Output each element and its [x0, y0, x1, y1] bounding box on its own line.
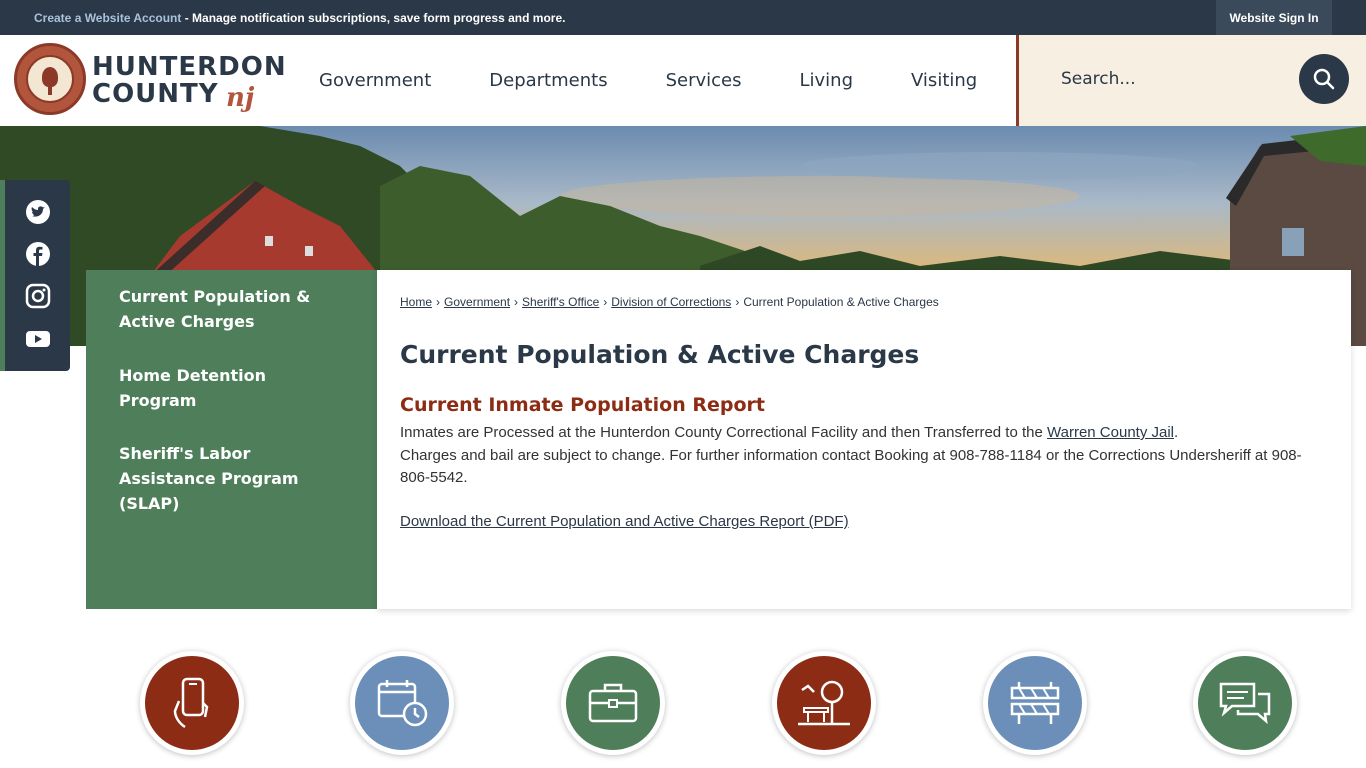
road-barrier-icon — [1010, 682, 1060, 724]
page-title: Current Population & Active Charges — [400, 340, 920, 369]
quicklink-calendar[interactable] — [350, 651, 454, 755]
quicklink-roads[interactable] — [983, 651, 1087, 755]
youtube-icon[interactable] — [25, 326, 51, 352]
section-heading: Current Inmate Population Report — [400, 394, 765, 416]
logo-nj: nj — [226, 83, 255, 113]
sidebar-nav: Current Population & Active Charges Home… — [86, 270, 377, 609]
logo-line2: COUNTY — [92, 79, 219, 109]
twitter-icon[interactable] — [25, 199, 51, 225]
sign-in-button[interactable]: Website Sign In — [1216, 0, 1332, 35]
sidebar-item-current-population[interactable]: Current Population & Active Charges — [119, 284, 339, 334]
instagram-icon[interactable] — [25, 283, 51, 309]
sidebar-item-slap[interactable]: Sheriff's Labor Assistance Program (SLAP… — [119, 441, 339, 516]
chat-bubbles-icon — [1219, 682, 1271, 725]
calendar-clock-icon — [377, 680, 428, 727]
quicklink-contact[interactable] — [1193, 651, 1297, 755]
quicklink-phone[interactable] — [140, 651, 244, 755]
county-seal-icon — [14, 43, 86, 115]
main-content: Home › Government › Sheriff's Office › Divisio… — [377, 270, 1351, 609]
breadcrumb-current: Current Population & Active Charges — [743, 295, 939, 309]
download-paragraph: Download the Current Population and Acti… — [400, 511, 1325, 533]
processing-paragraph: Inmates are Processed at the Hunterdon C… — [400, 422, 1325, 444]
logo-line1: HUNTERDON — [92, 52, 287, 82]
top-bar: Create a Website Account - Manage notifi… — [0, 0, 1366, 35]
create-account-link[interactable]: Create a Website Account — [34, 11, 181, 25]
account-message: Create a Website Account - Manage notifi… — [34, 11, 565, 25]
facebook-icon[interactable] — [25, 241, 51, 267]
nav-visiting[interactable]: Visiting — [882, 70, 1006, 91]
county-logo[interactable]: HUNTERDON COUNTY nj — [14, 43, 286, 117]
search-box: Search... — [1016, 35, 1366, 126]
warren-county-jail-link[interactable]: Warren County Jail — [1047, 424, 1174, 441]
search-input[interactable]: Search... — [1061, 69, 1136, 89]
breadcrumb-government[interactable]: Government — [444, 295, 510, 309]
nav-government[interactable]: Government — [290, 70, 460, 91]
download-report-link[interactable]: Download the Current Population and Acti… — [400, 513, 849, 530]
search-button[interactable] — [1299, 54, 1349, 104]
account-message-text: - Manage notification subscriptions, sav… — [181, 11, 566, 25]
search-icon — [1313, 68, 1335, 90]
processing-text-end: . — [1174, 424, 1179, 441]
main-nav: Government Departments Services Living V… — [290, 35, 1006, 126]
briefcase-icon — [588, 683, 638, 723]
breadcrumb-home[interactable]: Home — [400, 295, 432, 309]
phone-hand-icon — [173, 677, 209, 729]
nav-living[interactable]: Living — [770, 70, 882, 91]
breadcrumb-division-corrections[interactable]: Division of Corrections — [611, 295, 731, 309]
processing-text: Inmates are Processed at the Hunterdon C… — [400, 424, 1048, 441]
social-bar — [0, 180, 70, 371]
nav-departments[interactable]: Departments — [460, 70, 636, 91]
breadcrumb: Home › Government › Sheriff's Office › Divisio… — [400, 295, 939, 309]
quicklink-jobs[interactable] — [561, 651, 665, 755]
nav-services[interactable]: Services — [637, 70, 771, 91]
sidebar-item-home-detention[interactable]: Home Detention Program — [119, 363, 339, 413]
breadcrumb-sheriffs-office[interactable]: Sheriff's Office — [522, 295, 599, 309]
charges-paragraph: Charges and bail are subject to change. … — [400, 447, 1302, 486]
site-header: HUNTERDON COUNTY nj Government Departmen… — [0, 35, 1366, 126]
quicklink-parks[interactable] — [772, 651, 876, 755]
park-tree-icon — [798, 680, 850, 726]
